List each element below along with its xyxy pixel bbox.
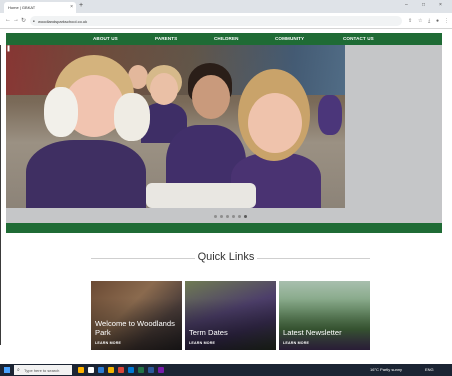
- green-divider-bar: [6, 223, 442, 233]
- slide-dot[interactable]: [214, 215, 217, 218]
- quick-link-overlay: [185, 281, 276, 350]
- lock-icon: ■: [33, 19, 35, 23]
- learn-more-link[interactable]: LEARN MORE: [95, 341, 121, 345]
- back-icon[interactable]: ←: [5, 17, 11, 23]
- slide-dot[interactable]: [232, 215, 235, 218]
- quick-link-title: Welcome to Woodlands Park: [95, 319, 175, 337]
- browser-tab[interactable]: Home | GBKAT ×: [4, 2, 76, 13]
- forward-icon[interactable]: →: [13, 17, 19, 23]
- windows-start-icon[interactable]: [4, 367, 10, 373]
- excel-app-icon[interactable]: [138, 367, 144, 373]
- slide-dot[interactable]: [238, 215, 241, 218]
- hero-background-child: [318, 95, 342, 135]
- hero-photo: [6, 45, 345, 208]
- hero-foam-tray: [146, 183, 256, 208]
- slide-dot[interactable]: [220, 215, 223, 218]
- hero-child-body: [26, 140, 146, 208]
- edge-app-icon[interactable]: [98, 367, 104, 373]
- new-tab-icon[interactable]: +: [79, 2, 83, 9]
- download-icon[interactable]: ⤓: [428, 18, 430, 24]
- pause-icon[interactable]: ❚: [6, 45, 11, 53]
- close-tab-icon[interactable]: ×: [70, 4, 73, 10]
- learn-more-link[interactable]: LEARN MORE: [189, 341, 215, 345]
- quick-links-rule-right: [257, 258, 370, 259]
- nav-item-parents[interactable]: PARENTS: [155, 36, 177, 41]
- quick-link-card-term-dates[interactable]: Term Dates LEARN MORE: [185, 281, 276, 350]
- taskbar-search-input[interactable]: ⌕ Type here to search: [14, 365, 72, 375]
- nav-item-children[interactable]: CHILDREN: [214, 36, 239, 41]
- language-indicator[interactable]: ENG: [425, 367, 434, 372]
- browser-tabstrip: Home | GBKAT × + – □ ×: [0, 0, 452, 13]
- hero-slideshow[interactable]: ❚: [6, 45, 442, 208]
- star-icon[interactable]: ☆: [418, 18, 422, 24]
- word-app-icon[interactable]: [148, 367, 154, 373]
- weather-widget[interactable]: 16°C Partly sunny: [370, 367, 402, 372]
- mail-app-icon[interactable]: [128, 367, 134, 373]
- quick-link-card-welcome[interactable]: Welcome to Woodlands Park LEARN MORE: [91, 281, 182, 350]
- left-edge-line: [0, 45, 1, 345]
- quick-link-title: Term Dates: [189, 328, 228, 337]
- share-icon[interactable]: ⇪: [408, 18, 412, 24]
- screen: Home | GBKAT × + – □ × ← → ↻ ■ woodlands…: [0, 0, 452, 376]
- close-window-icon[interactable]: ×: [439, 2, 442, 8]
- hero-child-face: [248, 93, 302, 153]
- hero-child-face: [150, 73, 178, 105]
- url-text: woodlandsparkschool.co.uk: [38, 19, 88, 24]
- nav-item-about-us[interactable]: ABOUT US: [93, 36, 118, 41]
- quick-link-overlay: [279, 281, 370, 350]
- file-explorer-icon[interactable]: [108, 367, 114, 373]
- slide-dot-active[interactable]: [244, 215, 247, 218]
- quick-link-card-newsletter[interactable]: Latest Newsletter LEARN MORE: [279, 281, 370, 350]
- chrome-app-icon[interactable]: [118, 367, 124, 373]
- url-field[interactable]: ■ woodlandsparkschool.co.uk: [30, 16, 402, 26]
- slideshow-dots: [6, 208, 442, 223]
- taskbar-search-placeholder: Type here to search: [24, 368, 60, 373]
- taskbar: ⌕ Type here to search 16°C Partly sunny …: [0, 364, 452, 376]
- minimize-icon[interactable]: –: [405, 2, 408, 8]
- search-icon: ⌕: [17, 367, 20, 373]
- quick-links-title: Quick Links: [197, 251, 255, 263]
- nav-item-community[interactable]: COMMUNITY: [275, 36, 304, 41]
- people-app-icon[interactable]: [78, 367, 84, 373]
- address-bar: ← → ↻ ■ woodlandsparkschool.co.uk ⇪ ☆ ⤓ …: [0, 13, 452, 29]
- reload-icon[interactable]: ↻: [21, 17, 26, 24]
- nav-item-contact-us[interactable]: CONTACT US: [343, 36, 374, 41]
- site-nav: ABOUT US PARENTS CHILDREN COMMUNITY CONT…: [6, 33, 442, 45]
- onenote-app-icon[interactable]: [158, 367, 164, 373]
- maximize-icon[interactable]: □: [422, 2, 425, 8]
- task-view-icon[interactable]: [88, 367, 94, 373]
- hero-foam-hand: [44, 87, 78, 137]
- slide-dot[interactable]: [226, 215, 229, 218]
- hero-side-panel: [345, 45, 442, 208]
- learn-more-link[interactable]: LEARN MORE: [283, 341, 309, 345]
- quick-link-title: Latest Newsletter: [283, 328, 342, 337]
- tab-title: Home | GBKAT: [8, 5, 36, 10]
- menu-icon[interactable]: ⋮: [444, 18, 449, 24]
- quick-link-overlay: [91, 281, 182, 350]
- hero-foam-hand: [114, 93, 150, 141]
- hero-child-face: [192, 75, 230, 119]
- profile-icon[interactable]: ●: [436, 18, 439, 24]
